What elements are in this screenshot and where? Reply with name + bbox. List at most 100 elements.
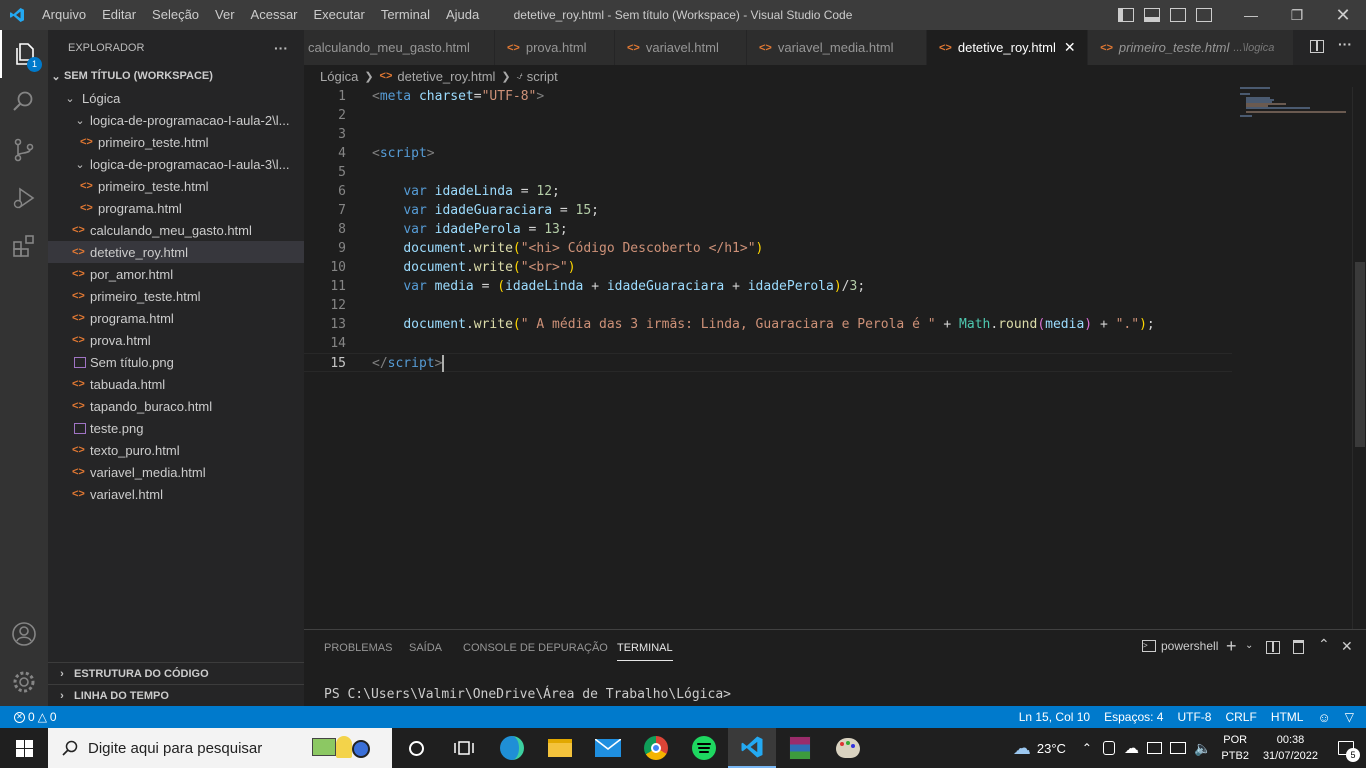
explorer-more-button[interactable]: ··· bbox=[274, 40, 288, 56]
tab-variavel[interactable]: <> variavel.html bbox=[615, 30, 747, 65]
windows-start-icon[interactable] bbox=[0, 728, 48, 768]
terminal-prompt[interactable]: PS C:\Users\Valmir\OneDrive\Área de Trab… bbox=[324, 687, 731, 702]
manage-gear-icon[interactable] bbox=[0, 658, 48, 706]
line-ending[interactable]: CRLF bbox=[1218, 710, 1263, 724]
file-explorer-icon[interactable] bbox=[536, 728, 584, 768]
menu-ajuda[interactable]: Ajuda bbox=[438, 0, 487, 30]
language-mode[interactable]: HTML bbox=[1264, 710, 1311, 724]
tree-file[interactable]: teste.png bbox=[48, 417, 304, 439]
tree-file[interactable]: <> programa.html bbox=[48, 197, 304, 219]
search-icon[interactable] bbox=[0, 78, 48, 126]
tab-detetive-roy[interactable]: <> detetive_roy.html ✕ bbox=[927, 30, 1088, 65]
winrar-icon[interactable] bbox=[776, 728, 824, 768]
weather-widget[interactable]: ☁ 23°C bbox=[1013, 728, 1076, 768]
tree-file[interactable]: Sem título.png bbox=[48, 351, 304, 373]
cortana-icon[interactable] bbox=[392, 728, 440, 768]
tree-file[interactable]: <> calculando_meu_gasto.html bbox=[48, 219, 304, 241]
menu-acessar[interactable]: Acessar bbox=[243, 0, 306, 30]
tree-file-selected[interactable]: <> detetive_roy.html bbox=[48, 241, 304, 263]
chrome-icon[interactable] bbox=[632, 728, 680, 768]
menu-arquivo[interactable]: Arquivo bbox=[34, 0, 94, 30]
clock[interactable]: 00:38 31/07/2022 bbox=[1255, 732, 1326, 764]
close-panel-icon[interactable]: ✕ bbox=[1341, 638, 1353, 655]
split-editor-icon[interactable] bbox=[1310, 40, 1324, 53]
tray-overflow-chevron-up-icon[interactable]: ⌃ bbox=[1076, 741, 1098, 755]
tree-file[interactable]: <> tapando_buraco.html bbox=[48, 395, 304, 417]
tab-calculando-meu-gasto[interactable]: calculando_meu_gasto.html bbox=[304, 30, 495, 65]
toggle-secondary-sidebar-icon[interactable] bbox=[1170, 8, 1186, 22]
tab-primeiro-teste[interactable]: <> primeiro_teste.html ...\logica bbox=[1088, 30, 1294, 65]
chevron-down-icon[interactable]: ⌄ bbox=[1245, 640, 1253, 651]
toggle-sidebar-icon[interactable] bbox=[1118, 8, 1134, 22]
tab-prova[interactable]: <> prova.html bbox=[495, 30, 615, 65]
terminal-shell-selector[interactable]: > powershell bbox=[1142, 639, 1218, 653]
toggle-panel-icon[interactable] bbox=[1144, 8, 1160, 22]
code-editor[interactable]: 1 <meta charset="UTF-8"> 2 3 4 <script> 5 … bbox=[304, 87, 1366, 629]
close-tab-icon[interactable]: ✕ bbox=[1064, 39, 1076, 56]
tab-problemas[interactable]: PROBLEMAS bbox=[324, 630, 392, 665]
volume-icon[interactable]: 🔈 bbox=[1190, 740, 1215, 757]
accounts-icon[interactable] bbox=[0, 610, 48, 658]
breadcrumb-file[interactable]: detetive_roy.html bbox=[397, 69, 495, 84]
menu-selecao[interactable]: Seleção bbox=[144, 0, 207, 30]
tree-file[interactable]: <> tabuada.html bbox=[48, 373, 304, 395]
explorer-icon[interactable]: 1 bbox=[0, 30, 48, 78]
problems-status[interactable]: ✕ 0 △ 0 bbox=[0, 710, 64, 724]
edge-browser-icon[interactable] bbox=[488, 728, 536, 768]
spotify-icon[interactable] bbox=[680, 728, 728, 768]
minimize-button[interactable]: — bbox=[1228, 0, 1274, 30]
timeline-section[interactable]: › LINHA DO TEMPO bbox=[48, 684, 304, 706]
menu-ver[interactable]: Ver bbox=[207, 0, 243, 30]
tree-folder-logica[interactable]: ⌄ Lógica bbox=[48, 87, 304, 109]
split-terminal-icon[interactable] bbox=[1266, 641, 1280, 654]
language-indicator[interactable]: POR PTB2 bbox=[1215, 732, 1255, 764]
more-actions-icon[interactable]: ··· bbox=[1338, 36, 1352, 52]
feedback-icon[interactable]: ☺ bbox=[1310, 710, 1337, 725]
minimap[interactable] bbox=[1240, 87, 1352, 629]
tree-file[interactable]: <> variavel_media.html bbox=[48, 461, 304, 483]
extensions-icon[interactable] bbox=[0, 222, 48, 270]
network-wifi-icon[interactable] bbox=[1169, 742, 1186, 754]
tree-folder[interactable]: ⌄ logica-de-programacao-I-aula-2\l... bbox=[48, 109, 304, 131]
tree-folder[interactable]: ⌄ logica-de-programacao-I-aula-3\l... bbox=[48, 153, 304, 175]
cursor-position[interactable]: Ln 15, Col 10 bbox=[1012, 710, 1097, 724]
tree-file[interactable]: <> primeiro_teste.html bbox=[48, 175, 304, 197]
tree-file[interactable]: <> programa.html bbox=[48, 307, 304, 329]
onedrive-cloud-icon[interactable]: ☁ bbox=[1120, 739, 1143, 757]
taskbar-search-box[interactable]: Digite aqui para pesquisar bbox=[48, 728, 392, 768]
customize-layout-icon[interactable] bbox=[1196, 8, 1212, 22]
encoding[interactable]: UTF-8 bbox=[1170, 710, 1218, 724]
tab-terminal[interactable]: TERMINAL bbox=[617, 634, 673, 661]
tab-saida[interactable]: SAÍDA bbox=[409, 630, 442, 665]
tab-variavel-media[interactable]: <> variavel_media.html bbox=[747, 30, 927, 65]
tab-console-depuracao[interactable]: CONSOLE DE DEPURAÇÃO bbox=[463, 630, 608, 665]
source-control-icon[interactable] bbox=[0, 126, 48, 174]
tree-file[interactable]: <> prova.html bbox=[48, 329, 304, 351]
vscode-taskbar-icon[interactable] bbox=[728, 728, 776, 768]
tray-display-icon[interactable] bbox=[1146, 742, 1162, 754]
workspace-header[interactable]: ⌄ SEM TÍTULO (WORKSPACE) bbox=[48, 65, 304, 87]
notifications-bell-icon[interactable]: ▽ bbox=[1338, 710, 1366, 724]
tree-file[interactable]: <> variavel.html bbox=[48, 483, 304, 505]
menu-terminal[interactable]: Terminal bbox=[373, 0, 438, 30]
notification-center-icon[interactable]: 5 bbox=[1326, 728, 1366, 768]
tree-file[interactable]: <> primeiro_teste.html bbox=[48, 285, 304, 307]
paint-icon[interactable] bbox=[824, 728, 872, 768]
scrollbar[interactable] bbox=[1352, 87, 1366, 629]
tree-file[interactable]: <> primeiro_teste.html bbox=[48, 131, 304, 153]
maximize-panel-icon[interactable]: ⌃ bbox=[1318, 636, 1330, 653]
breadcrumb-symbol[interactable]: script bbox=[527, 69, 558, 84]
new-terminal-icon[interactable]: + bbox=[1226, 636, 1237, 657]
breadcrumb-folder[interactable]: Lógica bbox=[320, 69, 358, 84]
tree-file[interactable]: <> por_amor.html bbox=[48, 263, 304, 285]
trash-icon[interactable] bbox=[1293, 640, 1304, 654]
run-debug-icon[interactable] bbox=[0, 174, 48, 222]
tree-file[interactable]: <> texto_puro.html bbox=[48, 439, 304, 461]
restore-button[interactable]: ❐ bbox=[1274, 0, 1320, 30]
tray-app-icon[interactable] bbox=[1102, 741, 1115, 755]
menu-executar[interactable]: Executar bbox=[306, 0, 373, 30]
outline-section[interactable]: › ESTRUTURA DO CÓDIGO bbox=[48, 662, 304, 684]
mail-icon[interactable] bbox=[584, 728, 632, 768]
close-window-button[interactable]: ✕ bbox=[1320, 0, 1366, 30]
indentation[interactable]: Espaços: 4 bbox=[1097, 710, 1170, 724]
